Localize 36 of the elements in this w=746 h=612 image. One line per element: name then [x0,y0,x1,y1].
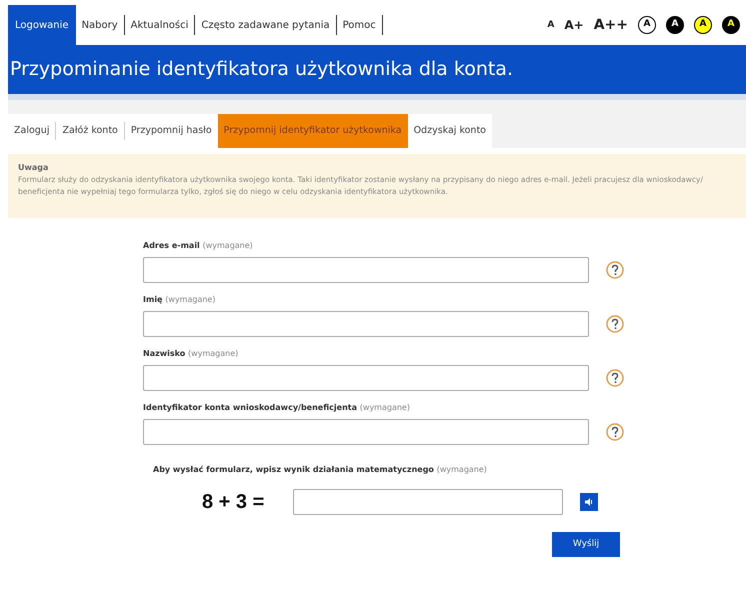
field-label: Adres e-mail (wymagane) [143,241,253,250]
input-field[interactable] [143,257,589,283]
contrast-button[interactable]: A [638,16,656,34]
font-size-button[interactable]: A++ [594,18,628,32]
help-icon[interactable] [606,315,624,333]
contrast-button[interactable]: A [694,16,712,34]
captcha-field[interactable] [293,489,563,515]
contrast-button[interactable]: A [722,16,740,34]
submit-button[interactable]: Wyślij [552,532,620,557]
audio-button[interactable] [580,493,598,511]
field-label: Identyfikator konta wnioskodawcy/beneficjenta (wymagane) [143,403,410,412]
nav-tab[interactable]: Często zadawane pytania [195,5,336,45]
help-icon[interactable] [606,423,624,441]
font-size-button[interactable]: A+ [564,19,584,31]
nav-tab[interactable]: Logowanie [8,5,76,45]
field-label: Imię (wymagane) [143,295,216,304]
captcha-label: Aby wysłać formularz, wpisz wynik działania matematycznego (wymagane) [153,465,487,474]
form-tab[interactable]: Zaloguj [8,114,56,148]
form-tab[interactable]: Przypomnij hasło [124,114,218,148]
nav-tab[interactable]: Nabory [76,5,124,45]
input-field[interactable] [143,419,589,445]
font-size-button[interactable]: A [547,20,554,30]
input-field[interactable] [143,311,589,337]
help-icon[interactable] [606,369,624,387]
speaker-icon [584,498,594,506]
form-tab[interactable]: Odzyskaj konto [408,114,492,148]
page-title: Przypominanie identyfikatora użytkownika dla konta. [10,57,513,82]
form-tab[interactable]: Załóż konto [56,114,124,148]
math-question: 8 + 3 = [202,490,266,515]
help-icon[interactable] [606,261,624,279]
contrast-button[interactable]: A [666,16,684,34]
input-field[interactable] [143,365,589,391]
nav-tab[interactable]: Pomoc [336,5,382,45]
notice-title: Uwaga [18,162,50,174]
nav-tab[interactable]: Aktualności [124,5,194,45]
field-label: Nazwisko (wymagane) [143,349,238,358]
